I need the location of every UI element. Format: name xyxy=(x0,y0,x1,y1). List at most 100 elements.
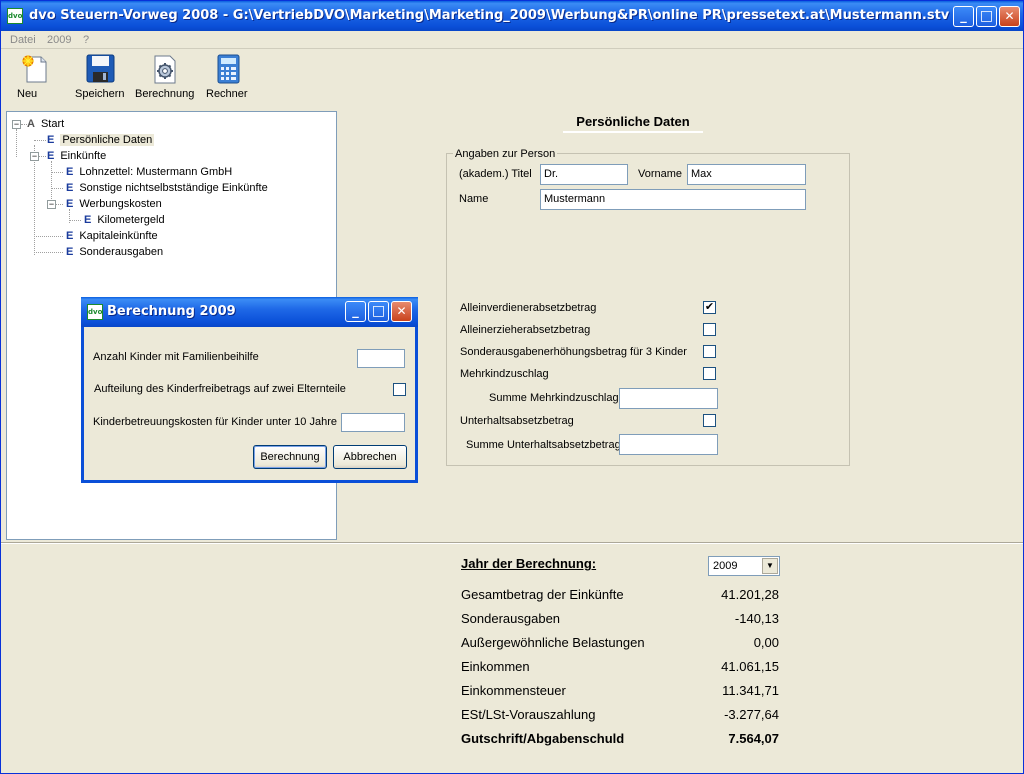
tree-item-start[interactable]: A Start xyxy=(27,117,64,131)
dialog-title: Berechnung 2009 xyxy=(107,304,236,319)
divider xyxy=(1,542,1023,544)
summary-label-income-tax: Einkommensteuer xyxy=(461,683,566,698)
calculator-label: Rechner xyxy=(206,88,248,100)
calculation-button[interactable]: Berechnung xyxy=(135,54,195,106)
calculation-label: Berechnung xyxy=(135,88,195,100)
summary-value-prepayment: -3.277,64 xyxy=(724,707,779,722)
save-label: Speichern xyxy=(75,88,125,100)
multi-child-sum-input[interactable] xyxy=(619,388,718,409)
menu-year[interactable]: 2009 xyxy=(47,34,71,46)
collapse-start-icon[interactable]: − xyxy=(12,120,21,129)
summary-value-total-income: 41.201,28 xyxy=(721,587,779,602)
person-group-label: Angaben zur Person xyxy=(453,148,558,160)
children-label: Anzahl Kinder mit Familienbeihilfe xyxy=(93,351,259,363)
maintenance-label: Unterhaltsabsetzbetrag xyxy=(460,415,574,427)
firstname-input[interactable]: Max xyxy=(687,164,806,185)
tree-item-special-expenses[interactable]: E Sonderausgaben xyxy=(66,245,163,259)
tree-letter: E xyxy=(66,166,74,178)
firstname-label: Vorname xyxy=(638,168,683,180)
save-button[interactable]: Speichern xyxy=(75,54,125,106)
tree-letter: E xyxy=(47,150,55,162)
summary-value-extraordinary: 0,00 xyxy=(753,635,779,650)
summary-value-income-tax: 11.341,71 xyxy=(722,683,779,698)
toolbar: Neu Speichern Berechnung Rechner xyxy=(1,50,1023,108)
summary-label-result: Gutschrift/Abgabenschuld xyxy=(461,731,625,746)
dialog-maximize-button[interactable]: □ xyxy=(368,301,389,322)
summary-value-result: 7.564,07 xyxy=(728,731,779,746)
menu-datei[interactable]: Datei xyxy=(10,34,36,46)
tree-letter: E xyxy=(84,214,92,226)
app-icon: dvo xyxy=(7,8,23,24)
chevron-down-icon[interactable]: ▼ xyxy=(762,558,778,574)
childcare-label: Kinderbetreuungskosten für Kinder unter … xyxy=(93,416,337,428)
summary-label-prepayment: ESt/LSt-Vorauszahlung xyxy=(461,707,596,722)
cancel-button[interactable]: Abbrechen xyxy=(333,445,407,469)
tree-item-payslip[interactable]: E Lohnzettel: Mustermann GmbH xyxy=(66,165,232,179)
tree-item-mileage[interactable]: E Kilometergeld xyxy=(84,213,165,227)
tree-item-label: Einkünfte xyxy=(60,150,107,162)
tree-letter: E xyxy=(47,134,55,146)
dialog-minimize-button[interactable]: _ xyxy=(345,301,366,322)
tree-item-label: Kilometergeld xyxy=(97,214,165,226)
tree-item-label: Werbungskosten xyxy=(79,198,162,210)
close-button[interactable]: ✕ xyxy=(999,6,1020,27)
tree-item-expenses[interactable]: E Werbungskosten xyxy=(66,197,162,211)
summary-label-total-income: Gesamtbetrag der Einkünfte xyxy=(461,587,624,602)
tree-item-label: Lohnzettel: Mustermann GmbH xyxy=(79,166,233,178)
save-icon xyxy=(84,54,116,84)
maintenance-sum-input[interactable] xyxy=(619,434,718,455)
dialog-close-button[interactable]: ✕ xyxy=(391,301,412,322)
tree-item-income[interactable]: E Einkünfte xyxy=(47,149,106,163)
sole-earner-checkbox[interactable]: ✔ xyxy=(703,301,716,314)
year-select[interactable]: 2009 ▼ xyxy=(708,556,780,576)
summary-label-income: Einkommen xyxy=(461,659,530,674)
tree-item-label: Start xyxy=(40,118,65,130)
calculate-button[interactable]: Berechnung xyxy=(253,445,327,469)
tree-item-personal-data[interactable]: E Persönliche Daten xyxy=(47,133,155,147)
name-label: Name xyxy=(459,193,489,205)
collapse-income-icon[interactable]: − xyxy=(30,152,39,161)
tree-letter: E xyxy=(66,230,74,242)
split-checkbox[interactable] xyxy=(393,383,406,396)
new-label: Neu xyxy=(17,88,38,100)
summary-label-special-expenses: Sonderausgaben xyxy=(461,611,561,626)
tree-letter: E xyxy=(66,198,74,210)
calculation-dialog: dvo Berechnung 2009 _ □ ✕ Anzahl Kinder … xyxy=(81,297,418,483)
multi-child-checkbox[interactable] xyxy=(703,367,716,380)
title-bar[interactable]: dvo dvo Steuern-Vorweg 2008 - G:\Vertrie… xyxy=(1,1,1023,31)
tree-item-label: Sonstige nichtselbstständige Einkünfte xyxy=(79,182,268,194)
maximize-button[interactable]: □ xyxy=(976,6,997,27)
maintenance-sum-label: Summe Unterhaltsabsetzbetrag xyxy=(466,439,621,451)
title-input[interactable]: Dr. xyxy=(540,164,628,185)
calculator-icon xyxy=(212,54,244,84)
new-button[interactable]: Neu xyxy=(17,54,55,106)
app-window: dvo dvo Steuern-Vorweg 2008 - G:\Vertrie… xyxy=(0,0,1024,774)
menu-help[interactable]: ? xyxy=(83,34,89,46)
tree-letter: A xyxy=(27,118,35,130)
minimize-button[interactable]: _ xyxy=(953,6,974,27)
collapse-expenses-icon[interactable]: − xyxy=(47,200,56,209)
split-label: Aufteilung des Kinderfreibetrags auf zwe… xyxy=(94,383,346,395)
calculator-button[interactable]: Rechner xyxy=(206,54,250,106)
year-select-value: 2009 xyxy=(713,560,738,572)
multi-child-sum-label: Summe Mehrkindzuschlag xyxy=(489,392,619,404)
single-parent-checkbox[interactable] xyxy=(703,323,716,336)
single-parent-label: Alleinerzieherabsetzbetrag xyxy=(460,324,591,336)
tree-item-other-income[interactable]: E Sonstige nichtselbstständige Einkünfte xyxy=(66,181,268,195)
title-label: (akadem.) Titel xyxy=(459,168,532,180)
summary-label-extraordinary: Außergewöhnliche Belastungen xyxy=(461,635,645,650)
dialog-title-bar[interactable]: dvo Berechnung 2009 _ □ ✕ xyxy=(81,297,418,327)
childcare-input[interactable] xyxy=(341,413,405,432)
tree-letter: E xyxy=(66,182,74,194)
page-title: Persönliche Daten xyxy=(563,113,703,133)
tree-letter: E xyxy=(66,246,74,258)
children-input[interactable] xyxy=(357,349,405,368)
maintenance-checkbox[interactable] xyxy=(703,414,716,427)
summary-value-special-expenses: -140,13 xyxy=(734,611,779,626)
tree-item-capital[interactable]: E Kapitaleinkünfte xyxy=(66,229,158,243)
special-increase-checkbox[interactable] xyxy=(703,345,716,358)
new-document-icon xyxy=(20,54,52,84)
name-input[interactable]: Mustermann xyxy=(540,189,806,210)
year-label: Jahr der Berechnung: xyxy=(461,556,597,571)
tree-item-label: Kapitaleinkünfte xyxy=(79,230,158,242)
